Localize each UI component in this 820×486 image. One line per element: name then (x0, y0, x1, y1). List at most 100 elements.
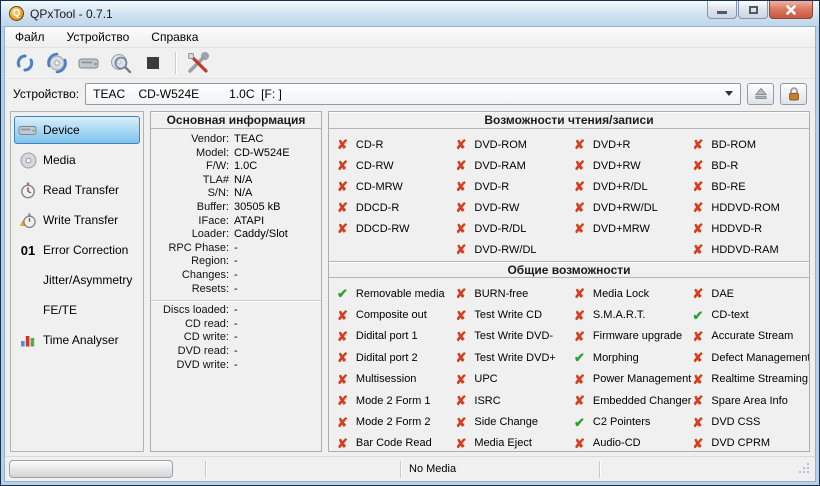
capability-label: Defect Management (711, 351, 810, 364)
info-row-label: Model: (195, 146, 229, 159)
cross-icon: ✘ (455, 414, 467, 430)
refresh-icon (16, 54, 34, 72)
close-button[interactable] (769, 1, 813, 19)
capability-label: DVD-R (474, 180, 510, 193)
menu-device[interactable]: Устройство (67, 30, 130, 44)
scan-button[interactable] (107, 50, 135, 76)
check-icon: ✔ (692, 307, 704, 323)
capability-item: ✘ Spare Area Info (689, 390, 808, 411)
sidebar-item-media[interactable]: Media (14, 146, 140, 174)
usage-info-rows: Discs loaded: - CD read: - CD write: - D… (151, 304, 321, 372)
device-label: Устройство: (13, 86, 80, 101)
sidebar-item-read-transfer[interactable]: Read Transfer (14, 176, 140, 204)
cross-icon: ✘ (337, 393, 348, 409)
sidebar-item-label: Time Analyser (43, 333, 119, 347)
cross-icon: ✘ (455, 200, 467, 215)
cross-icon: ✘ (574, 137, 585, 152)
info-row-value: N/A (234, 173, 253, 186)
cross-icon: ✘ (455, 179, 467, 194)
capability-item: ✘ Defect Management (689, 347, 810, 368)
cross-icon: ✘ (574, 328, 585, 344)
sidebar-item-fe-te[interactable]: FE/TE (14, 296, 140, 324)
info-row-value: TEAC (234, 133, 264, 145)
cross-icon: ✘ (574, 179, 585, 194)
preferences-button[interactable] (184, 50, 212, 76)
capability-item: ✘ HDDVD-ROM (689, 197, 808, 218)
capability-item: ✔ CD-text (689, 304, 808, 325)
capability-item: ✘ Mode 2 Form 1 (333, 390, 452, 411)
info-row: Resets: - (153, 283, 319, 297)
info-row-label: F/W: (205, 160, 229, 173)
capability-item: ✘ DVD-RW (452, 197, 571, 218)
capability-item: ✔ Morphing (570, 347, 689, 368)
drive-icon (18, 123, 38, 137)
eject-button[interactable] (747, 82, 774, 105)
capability-item: ✘ CD-MRW (333, 176, 452, 197)
maximize-button[interactable] (738, 1, 768, 19)
info-row-label: Resets: (191, 282, 229, 295)
capability-item: ✘ Embedded Changer (570, 390, 691, 411)
cross-icon: ✘ (574, 393, 585, 409)
general-capabilities-grid: ✔ Removable media ✘ Composite out ✘ Didital p… (329, 278, 810, 451)
cross-icon: ✘ (692, 393, 704, 409)
resize-grip[interactable] (798, 461, 810, 479)
refresh-button[interactable] (11, 50, 39, 76)
capability-label: DDCD-R (355, 201, 400, 214)
cross-icon: ✘ (455, 371, 467, 387)
info-row: S/N: N/A (153, 187, 319, 201)
menu-file[interactable]: Файл (15, 30, 45, 44)
rw-col-2: ✘ DVD-ROM ✘ DVD-RAM ✘ DVD-R ✘ DVD-RW ✘ DVD-R/DL ✘ D… (452, 134, 571, 260)
media-refresh-button[interactable] (43, 50, 71, 76)
info-row: Region: - (153, 255, 319, 269)
progress-bar (9, 460, 173, 478)
cross-icon: ✘ (692, 158, 704, 173)
cross-icon: ✘ (455, 350, 467, 366)
capability-item: ✘ DDCD-R (333, 197, 452, 218)
rw-capabilities-grid: ✘ CD-R ✘ CD-RW ✘ CD-MRW ✘ DDCD-R ✘ DDCD-RW ✘ DVD-R… (329, 129, 809, 261)
capability-item: ✘ DAE (689, 283, 808, 304)
statusbar-empty-section (206, 457, 400, 481)
cross-icon: ✘ (574, 371, 585, 387)
capability-label: DVD+R (592, 138, 631, 151)
sidebar-item-write-transfer[interactable]: Write Transfer (14, 206, 140, 234)
device-select[interactable]: TEAC CD-W524E 1.0C [F: ] (85, 82, 741, 105)
window-controls (707, 1, 813, 19)
stopwatch-icon (18, 182, 38, 199)
sidebar-item-error-correction[interactable]: 01 Error Correction (14, 236, 140, 264)
capability-label: BD-ROM (711, 138, 757, 151)
info-row-label: S/N: (207, 187, 229, 200)
sidebar-item-time-analyser[interactable]: Time Analyser (14, 326, 140, 354)
capability-label: Test Write DVD+ (474, 351, 556, 364)
info-row-label: Region: (191, 255, 229, 268)
menu-help[interactable]: Справка (151, 30, 198, 44)
lock-button[interactable] (780, 82, 807, 105)
sidebar-item-label: FE/TE (43, 303, 78, 317)
cross-icon: ✘ (692, 179, 704, 194)
info-row-label: Vendor: (191, 133, 229, 145)
sidebar-item-device[interactable]: Device (14, 116, 140, 144)
capability-item: ✘ Power Management (570, 369, 691, 390)
capability-label: BURN-free (474, 287, 529, 300)
toolbar (5, 48, 815, 79)
cross-icon: ✘ (692, 328, 704, 344)
cross-icon: ✘ (574, 158, 585, 173)
device-select-value: TEAC CD-W524E 1.0C [F: ] (93, 86, 282, 101)
sidebar-item-label: Media (43, 153, 76, 167)
rw-col-1: ✘ CD-R ✘ CD-RW ✘ CD-MRW ✘ DDCD-R ✘ DDCD-RW (333, 134, 452, 260)
info-row-value: ATAPI (234, 214, 265, 227)
capability-label: DVD-RW/DL (474, 243, 537, 256)
cross-icon: ✘ (337, 307, 348, 323)
sidebar-item-jitter-asymmetry[interactable]: Jitter/Asymmetry (14, 266, 140, 294)
sidebar-item-label: Read Transfer (43, 183, 120, 197)
capability-item: ✘ DVD+R/DL (570, 176, 689, 197)
drive-button[interactable] (75, 50, 103, 76)
cross-icon: ✘ (692, 221, 704, 236)
stop-button[interactable] (139, 50, 167, 76)
gen-col-1: ✔ Removable media ✘ Composite out ✘ Didital p… (333, 283, 452, 451)
minimize-button[interactable] (707, 1, 737, 19)
info-row: TLA# N/A (153, 174, 319, 188)
rw-capabilities-title: Возможности чтения/записи (329, 112, 809, 129)
capability-label: C2 Pointers (592, 416, 651, 429)
statusbar: No Media (5, 456, 815, 481)
capability-item: ✘ DVD+R (570, 134, 689, 155)
